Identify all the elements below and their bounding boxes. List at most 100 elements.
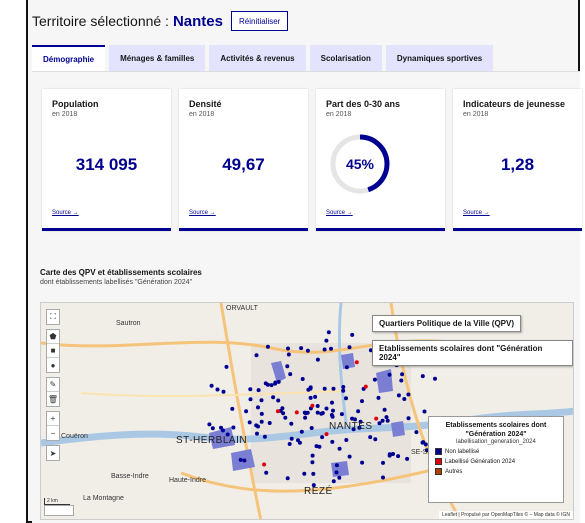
school-marker[interactable] [387, 372, 392, 377]
zoom-out-button[interactable]: − [47, 426, 59, 440]
school-marker[interactable] [334, 463, 339, 468]
school-marker[interactable] [329, 346, 333, 351]
school-marker[interactable] [324, 338, 329, 343]
school-marker[interactable] [210, 426, 215, 431]
school-marker[interactable] [230, 406, 235, 411]
tab-dynamiques-sportives[interactable]: Dynamiques sportives [385, 45, 494, 71]
source-link[interactable]: Source → [326, 210, 353, 216]
school-marker[interactable] [396, 454, 401, 459]
locate-icon[interactable]: ➤ [47, 446, 59, 460]
labelled-school-marker[interactable] [275, 409, 280, 414]
school-marker[interactable] [406, 416, 411, 421]
school-marker[interactable] [289, 421, 294, 426]
school-marker[interactable] [285, 364, 290, 369]
school-marker[interactable] [387, 452, 392, 457]
school-marker[interactable] [248, 387, 253, 392]
school-marker[interactable] [256, 388, 261, 393]
labelled-school-marker[interactable] [324, 432, 329, 437]
school-marker[interactable] [315, 410, 320, 415]
school-marker[interactable] [276, 398, 281, 403]
school-marker[interactable] [283, 415, 288, 420]
school-marker[interactable] [360, 399, 364, 404]
locate-control[interactable]: ➤ [46, 445, 60, 461]
school-marker[interactable] [289, 436, 294, 441]
tab-demographie[interactable]: Démographie [32, 45, 106, 71]
school-marker[interactable] [377, 421, 382, 426]
school-marker[interactable] [315, 404, 320, 408]
school-marker[interactable] [360, 460, 365, 465]
school-marker[interactable] [262, 434, 267, 439]
school-marker[interactable] [285, 476, 290, 481]
school-marker[interactable] [269, 383, 274, 388]
school-marker[interactable] [313, 394, 318, 399]
labelled-school-marker[interactable] [310, 403, 315, 408]
school-marker[interactable] [330, 400, 334, 405]
school-marker[interactable] [221, 428, 225, 433]
school-marker[interactable] [421, 440, 426, 445]
school-marker[interactable] [259, 398, 264, 403]
school-marker[interactable] [329, 413, 334, 417]
school-marker[interactable] [259, 411, 264, 416]
school-marker[interactable] [337, 475, 342, 480]
school-marker[interactable] [256, 424, 260, 429]
labelled-school-marker[interactable] [294, 410, 299, 415]
school-marker[interactable] [414, 430, 419, 435]
school-marker[interactable] [288, 372, 293, 377]
school-marker[interactable] [263, 381, 268, 386]
source-link[interactable]: Source → [52, 210, 79, 216]
school-marker[interactable] [384, 415, 389, 420]
school-marker[interactable] [330, 439, 335, 444]
school-marker[interactable] [247, 420, 252, 425]
school-marker[interactable] [305, 348, 310, 353]
school-marker[interactable] [350, 416, 355, 421]
layer-toggle-schools[interactable]: Etablissements scolaires dont "Génératio… [372, 340, 573, 366]
draw-rectangle-icon[interactable]: ■ [47, 344, 59, 358]
school-marker[interactable] [344, 438, 349, 442]
school-marker[interactable] [310, 460, 315, 465]
delete-icon[interactable]: 🗑 [47, 392, 59, 406]
school-marker[interactable] [286, 346, 290, 351]
school-marker[interactable] [287, 442, 292, 446]
school-marker[interactable] [238, 457, 243, 462]
school-marker[interactable] [248, 397, 253, 402]
school-marker[interactable] [265, 344, 270, 349]
school-marker[interactable] [314, 444, 319, 449]
school-marker[interactable] [303, 415, 308, 420]
school-marker[interactable] [334, 470, 339, 475]
school-marker[interactable] [320, 435, 325, 440]
school-marker[interactable] [405, 456, 410, 461]
labelled-school-marker[interactable] [354, 360, 359, 365]
source-link[interactable]: Source → [189, 210, 216, 216]
school-marker[interactable] [322, 347, 327, 352]
school-marker[interactable] [400, 372, 405, 377]
school-marker[interactable] [231, 425, 236, 430]
school-marker[interactable] [344, 365, 349, 370]
school-marker[interactable] [373, 437, 378, 442]
draw-polygon-icon[interactable]: ⬟ [47, 330, 59, 344]
school-marker[interactable] [276, 379, 281, 384]
school-marker[interactable] [324, 406, 329, 411]
school-marker[interactable] [244, 409, 249, 414]
school-marker[interactable] [322, 386, 327, 391]
school-marker[interactable] [376, 395, 381, 400]
school-marker[interactable] [368, 435, 373, 440]
fullscreen-control[interactable]: ⛶ [46, 309, 60, 325]
school-marker[interactable] [341, 388, 346, 393]
school-marker[interactable] [420, 374, 425, 379]
school-marker[interactable] [303, 411, 308, 416]
school-marker[interactable] [381, 475, 385, 480]
school-marker[interactable] [264, 470, 269, 475]
school-marker[interactable] [402, 397, 407, 401]
school-marker[interactable] [273, 381, 278, 386]
tab-scolarisation[interactable]: Scolarisation [309, 45, 382, 71]
school-marker[interactable] [256, 405, 260, 410]
zoom-in-button[interactable]: + [47, 412, 59, 426]
school-marker[interactable] [224, 364, 229, 369]
school-marker[interactable] [286, 352, 291, 357]
school-marker[interactable] [396, 393, 401, 398]
school-marker[interactable] [255, 431, 259, 436]
school-marker[interactable] [422, 409, 427, 414]
school-marker[interactable] [299, 346, 304, 351]
school-marker[interactable] [344, 396, 348, 401]
school-marker[interactable] [331, 479, 336, 484]
